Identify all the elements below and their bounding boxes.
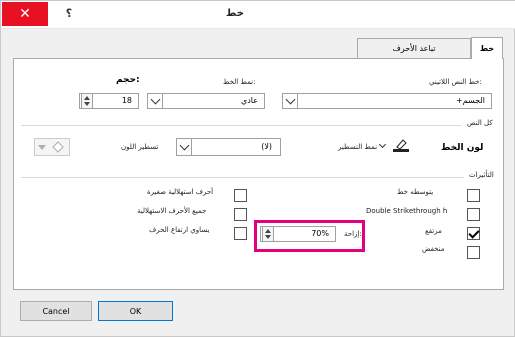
all-caps-label: جميع الأحرف الاستهلالية [137, 207, 207, 215]
underline-color-label: تسطير اللون [121, 143, 159, 151]
font-size-spinner[interactable] [81, 93, 93, 109]
font-style-value: عادي [240, 96, 258, 105]
spin-down-icon [265, 235, 271, 239]
latin-font-combo[interactable]: +الجسم [282, 93, 492, 109]
underline-color-button[interactable] [34, 138, 70, 156]
latin-font-value: +الجسم [456, 96, 485, 105]
underline-style-dropdown-button[interactable] [176, 138, 192, 156]
all-text-divider [21, 125, 461, 126]
underline-style-value: (لا) [261, 142, 272, 151]
latin-font-label: خط النص اللاتيني: [429, 78, 482, 86]
spin-up-icon [265, 229, 271, 233]
double-strikethrough-label: Double Strikethrough h [366, 207, 448, 215]
latin-font-dropdown-button[interactable] [282, 93, 298, 109]
window-title: خط [226, 8, 244, 19]
ok-button[interactable]: OK [98, 301, 173, 321]
offset-value: 70% [311, 229, 329, 238]
all-text-heading: كل النص [467, 119, 493, 127]
subscript-checkbox[interactable] [467, 246, 480, 259]
offset-label: إزاحة: [344, 230, 362, 238]
chevron-down-icon [179, 140, 189, 151]
font-color-dropdown-button[interactable] [376, 138, 388, 154]
superscript-checkbox[interactable] [467, 227, 480, 240]
strikethrough-label: يتوسطه خط [397, 188, 434, 196]
font-color-icon[interactable] [392, 137, 410, 153]
subscript-label: منخفض [422, 245, 445, 253]
spin-up-icon [84, 96, 90, 100]
font-color-label: لون الخط [441, 143, 484, 153]
paint-bucket-icon [52, 141, 64, 153]
effects-heading: التأثيرات [469, 171, 494, 179]
font-dialog: ✕ ؟ خط تباعد الأحرف خط خط النص اللاتيني:… [0, 0, 515, 337]
double-strikethrough-checkbox[interactable] [467, 208, 480, 221]
offset-spinner[interactable] [262, 226, 274, 242]
tab-font[interactable]: خط [471, 37, 503, 59]
font-style-combo[interactable]: عادي [147, 93, 265, 109]
help-button[interactable]: ؟ [63, 7, 75, 21]
font-style-label: نمط الخط: [223, 78, 256, 86]
cancel-button[interactable]: Cancel [20, 301, 92, 321]
close-icon: ✕ [19, 6, 31, 22]
title-bar: ✕ ؟ خط [1, 1, 515, 29]
spin-down-icon [84, 102, 90, 106]
font-size-value: 18 [121, 96, 132, 105]
small-caps-checkbox[interactable] [234, 189, 247, 202]
close-button[interactable]: ✕ [2, 2, 48, 26]
font-style-dropdown-button[interactable] [147, 93, 163, 109]
font-size-label: حجم: [116, 75, 140, 85]
small-caps-label: أحرف استهلالية صغيرة [147, 188, 214, 196]
chevron-down-icon [150, 94, 160, 105]
all-caps-checkbox[interactable] [234, 208, 247, 221]
superscript-label: مرتفع [425, 227, 442, 235]
underline-style-label: نمط التسطير [338, 143, 378, 151]
strikethrough-checkbox[interactable] [467, 189, 480, 202]
chevron-down-icon [38, 145, 46, 150]
equalize-height-checkbox[interactable] [234, 227, 247, 240]
effects-divider [21, 177, 464, 178]
equalize-height-label: يساوي ارتفاع الحرف [149, 226, 210, 234]
chevron-down-icon [285, 94, 295, 105]
chevron-down-icon [378, 140, 386, 149]
tab-character-spacing[interactable]: تباعد الأحرف [357, 38, 471, 58]
